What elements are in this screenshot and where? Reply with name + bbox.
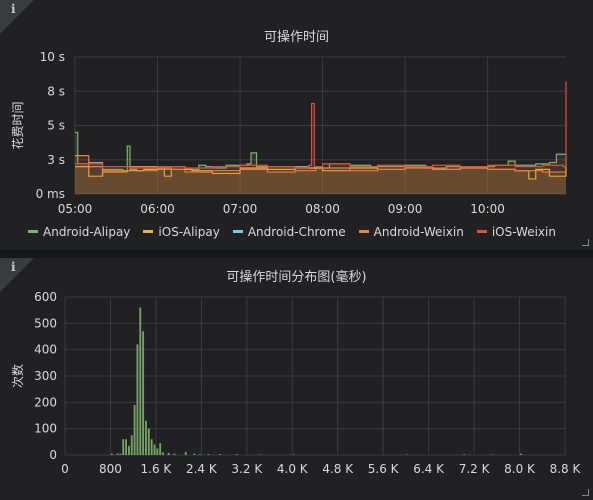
legend-item-android-weixin[interactable]: Android-Weixin: [358, 225, 464, 239]
y-tick-label: 0: [49, 448, 57, 462]
x-tick-label: 1.6 K: [141, 462, 173, 476]
y-tick-label: 600: [34, 290, 57, 304]
x-tick-label: 7.2 K: [459, 462, 491, 476]
histogram-bar: [128, 445, 130, 455]
histogram-bar: [207, 454, 210, 455]
distribution-panel: i 可操作时间分布图(毫秒) 0 100 200 300 400 500 600 0 800 1.…: [0, 258, 593, 500]
histogram-bar: [136, 344, 139, 455]
x-tick-label: 8.8 K: [550, 462, 582, 476]
y-tick-label: 8 s: [47, 84, 65, 98]
x-tick-label: 05:00: [58, 202, 93, 215]
x-tick-label: 10:00: [470, 202, 505, 215]
y-tick-label: 3 s: [47, 153, 65, 167]
histogram-bar: [193, 453, 196, 455]
legend-item-android-chrome[interactable]: Android-Chrome: [232, 225, 346, 239]
x-tick-label: 6.4 K: [413, 462, 445, 476]
histogram-bar: [162, 452, 164, 455]
x-tick-label: 08:00: [305, 202, 340, 215]
histogram-bar: [520, 453, 522, 455]
histogram-bar: [142, 331, 145, 455]
histogram-bar: [235, 454, 238, 455]
histogram-chart[interactable]: 0 100 200 300 400 500 600 0 800 1.6 K 2.4 K 3.2 K 4.…: [0, 258, 593, 500]
x-tick-label: 800: [99, 462, 122, 476]
histogram-bar: [463, 454, 466, 455]
histogram-bar: [184, 451, 187, 455]
y-axis-label: 花费时间: [10, 101, 25, 149]
histogram-bar: [133, 404, 136, 455]
x-tick-label: 09:00: [388, 202, 423, 215]
histogram-bar: [159, 443, 162, 455]
legend-item-android-alipay[interactable]: Android-Alipay: [28, 225, 130, 239]
x-tick-label: 0: [61, 462, 69, 476]
histogram-bar: [258, 454, 261, 455]
legend-item-ios-alipay[interactable]: iOS-Alipay: [143, 225, 220, 239]
histogram-bar: [119, 453, 122, 455]
histogram-bar: [292, 454, 295, 455]
series-line-ios-weixin: [75, 81, 567, 169]
legend-swatch: [476, 230, 487, 233]
y-tick-label: 5 s: [47, 119, 65, 133]
y-tick-label: 10 s: [40, 50, 65, 64]
histogram-bar: [125, 439, 127, 455]
x-tick-label: 07:00: [223, 202, 258, 215]
histogram-bar: [130, 435, 133, 455]
chart-legend: Android-Alipay iOS-Alipay Android-Chrome An…: [28, 225, 569, 239]
y-axis-label: 次数: [10, 364, 25, 388]
x-tick-label: 2.4 K: [186, 462, 218, 476]
histogram-bar: [199, 454, 201, 455]
legend-item-ios-weixin[interactable]: iOS-Weixin: [476, 225, 556, 239]
y-tick-label: 0 ms: [36, 187, 65, 201]
histogram-bar: [110, 453, 113, 455]
x-tick-label: 3.2 K: [231, 462, 263, 476]
y-tick-label: 100: [34, 422, 57, 436]
timing-panel: i 可操作时间 0 ms 3 s5 s8 s 10 s 05:00 06:00 07:00…: [0, 0, 593, 250]
x-tick-label: 5.6 K: [368, 462, 400, 476]
histogram-bar: [218, 454, 221, 455]
resize-handle[interactable]: [582, 489, 589, 496]
x-tick-label: 4.0 K: [277, 462, 309, 476]
histogram-bar: [153, 444, 156, 455]
legend-swatch: [358, 230, 369, 233]
histogram-bar: [491, 454, 494, 455]
line-chart[interactable]: 0 ms 3 s 5 s 8 s 10 s 05:00 06:00 07:00 08:00 09:…: [0, 0, 593, 215]
legend-swatch: [143, 230, 154, 233]
series-area-ios-weixin: [75, 81, 566, 194]
histogram-bar: [122, 439, 125, 455]
legend-label: Android-Weixin: [373, 225, 464, 239]
x-tick-label: 8.0 K: [504, 462, 536, 476]
legend-label: iOS-Alipay: [158, 225, 220, 239]
legend-swatch: [232, 230, 243, 233]
y-tick-label: 400: [34, 343, 57, 357]
histogram-bar: [156, 448, 159, 455]
legend-label: iOS-Weixin: [491, 225, 556, 239]
legend-label: Android-Alipay: [43, 225, 131, 239]
y-tick-label: 300: [34, 369, 57, 383]
y-tick-label: 500: [34, 316, 57, 330]
x-tick-label: 06:00: [140, 202, 175, 215]
histogram-bar: [145, 420, 147, 455]
histogram-bar: [167, 452, 170, 455]
histogram-bar: [150, 439, 153, 455]
legend-swatch: [28, 230, 38, 233]
histogram-bar: [116, 453, 119, 455]
histogram-bar: [173, 453, 176, 455]
histogram-bar: [406, 454, 409, 455]
x-tick-label: 4.8 K: [322, 462, 354, 476]
histogram-bar: [147, 428, 150, 455]
y-tick-label: 200: [34, 395, 57, 409]
histogram-bar: [139, 307, 142, 455]
legend-label: Android-Chrome: [247, 225, 346, 239]
resize-handle[interactable]: [582, 239, 589, 246]
